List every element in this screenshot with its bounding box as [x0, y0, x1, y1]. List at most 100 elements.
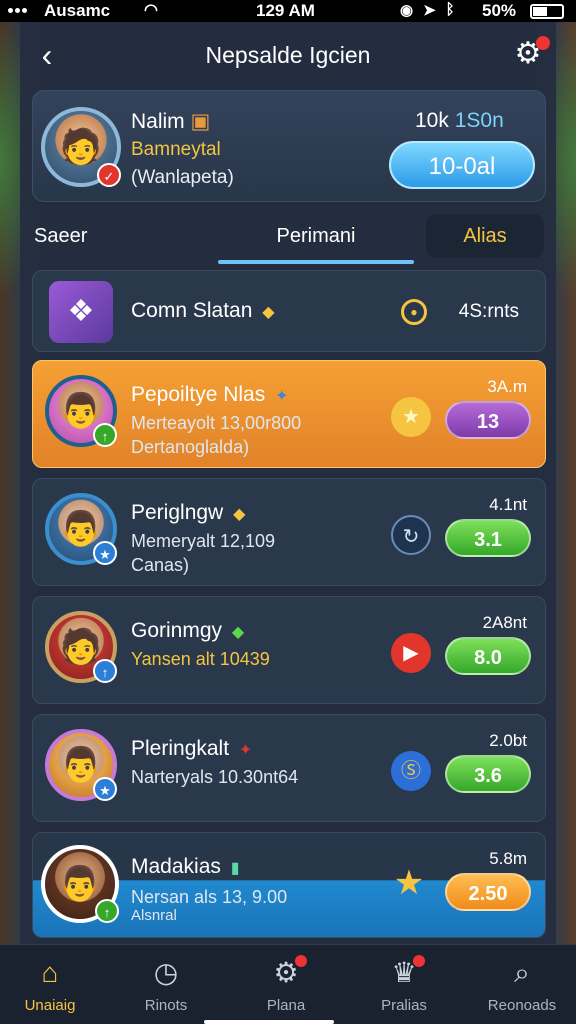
settings-button[interactable]: ⚙: [510, 36, 550, 72]
row-time: 4.1nt: [489, 495, 527, 514]
row-time: 3A.m: [487, 377, 527, 396]
profile-stat-value: 1S0n: [454, 109, 504, 132]
gem-icon: ◆: [231, 624, 245, 641]
row-score-button[interactable]: 3.6: [445, 755, 531, 793]
nav-item-reonoads[interactable]: ⌕ Reonoads: [472, 955, 572, 1014]
nav-label: Plana: [266, 997, 306, 1014]
row-detail: Nersan als 13, 9.00: [131, 887, 288, 907]
row-name-wrap: Gorinmgy ◆: [131, 619, 244, 643]
status-bar: Ausamc ◠ 129 AM ◉ ➤ ᛒ 50%: [0, 0, 576, 22]
tab-alias[interactable]: Alias: [426, 214, 544, 258]
row-time: 5.8m: [489, 849, 527, 868]
tab-perimani[interactable]: Perimani: [218, 214, 414, 258]
battery-percent: 50%: [482, 1, 517, 20]
row-score-button[interactable]: 2.50: [445, 873, 531, 911]
avatar[interactable]: 🧑 ✓: [41, 107, 121, 187]
notification-dot: [412, 955, 425, 967]
gem-icon: ◆: [262, 304, 275, 321]
avatar[interactable]: 👨 ★: [45, 729, 117, 801]
timer-icon: ↻: [391, 515, 431, 555]
avatar[interactable]: 👨 ↑: [41, 845, 119, 923]
list-item[interactable]: 👨 ★ Pleringkalt ✦ Narteryals 10.30nt64 Ⓢ…: [32, 714, 546, 822]
profile-action-button[interactable]: 10-0al: [389, 141, 535, 189]
nav-item-plana[interactable]: ⚙ Plana: [236, 955, 336, 1014]
location-icon: ◉: [400, 2, 414, 19]
row-name: Pepoiltye Nlas: [131, 383, 266, 406]
profile-stat: 10k 1S0n: [415, 109, 504, 133]
notification-dot: [294, 955, 307, 967]
row-detail-secondary: Dertanoglalda): [131, 437, 250, 457]
row-name: Periglngw: [131, 501, 224, 524]
trophy-icon: ♛: [391, 955, 425, 991]
row-name-wrap: Pepoiltye Nlas ✦: [131, 383, 288, 407]
coin-bag-icon: Ⓢ: [391, 751, 431, 791]
rank-badge-icon: ✓: [97, 163, 121, 187]
tab-saeer[interactable]: Saeer: [34, 214, 124, 258]
home-icon: ⌂: [41, 957, 59, 988]
nav-item-pralias[interactable]: ♛ Pralias: [354, 955, 454, 1014]
home-indicator[interactable]: [204, 1020, 334, 1024]
profile-name-wrap: Nalim ▣: [131, 109, 210, 134]
coin-icon: ●: [401, 299, 427, 325]
row-name-wrap: Periglngw ◆: [131, 501, 245, 525]
row-name: Gorinmgy: [131, 619, 223, 642]
avatar[interactable]: 👨 ↑: [45, 375, 117, 447]
list-item[interactable]: 👨 ↑ Pepoiltye Nlas ✦ Merteayolt 13,00r80…: [32, 360, 546, 468]
avatar[interactable]: 🧑 ↑: [45, 611, 117, 683]
nav-item-rinots[interactable]: ◷ Rinots: [116, 955, 216, 1014]
list-item[interactable]: 👨 ↑ Madakias ▮ Nersan als 13, 9.00 Alsnr…: [32, 832, 546, 938]
battery-icon: [530, 4, 564, 19]
profile-card[interactable]: 🧑 ✓ Nalim ▣ Bamneytal (Wanlapeta) 10k 1S…: [32, 90, 546, 202]
rank-badge-icon: ★: [93, 777, 117, 801]
row-detail-secondary: Alsnral: [131, 907, 177, 924]
row-name-wrap: Madakias ▮: [131, 855, 240, 879]
flag-icon: ▶: [391, 633, 431, 673]
bottom-nav: ⌂ Unaiaig ◷ Rinots ⚙ Plana ♛ Pralias ⌕ R…: [0, 944, 576, 1024]
search-icon: ⌕: [514, 957, 530, 988]
row-detail: Yansen alt 10439: [131, 649, 270, 669]
list-item[interactable]: ❖ Comn Slatan ◆ ● 4S:rnts: [32, 270, 546, 352]
nav-label: Rinots: [144, 997, 188, 1014]
nav-item-home[interactable]: ⌂ Unaiaig: [0, 955, 100, 1014]
profile-name: Nalim: [131, 110, 185, 133]
trophy-icon: ★: [393, 864, 425, 902]
player-avatar-icon: 👨: [59, 510, 103, 548]
row-value: 4S:rnts: [458, 301, 519, 322]
chest-avatar-icon: ❖: [49, 281, 113, 343]
player-avatar-icon: 👨: [59, 746, 103, 784]
row-score-button[interactable]: 13: [445, 401, 531, 439]
list-item[interactable]: 👨 ★ Periglngw ◆ Memeryalt 12,109 Canas) …: [32, 478, 546, 586]
nav-label: Unaiaig: [24, 997, 76, 1014]
row-name: Comn Slatan: [131, 299, 253, 322]
rank-badge-icon: ↑: [93, 659, 117, 683]
clock-icon: ◷: [153, 957, 179, 988]
player-avatar-icon: 👨: [58, 865, 102, 903]
rank-badge-icon: ↑: [95, 899, 119, 923]
chest-icon: ▣: [190, 110, 211, 133]
notification-dot: [536, 36, 550, 50]
row-name-wrap: Pleringkalt ✦: [131, 737, 252, 761]
explorer-avatar-icon: 🧑: [59, 628, 103, 666]
main-panel: ‹ Nepsalde Igcien ⚙ 🧑 ✓ Nalim ▣ Bamneyta…: [20, 22, 556, 944]
profile-meta: (Wanlapeta): [131, 167, 234, 188]
bluetooth-icon: ᛒ: [445, 1, 455, 18]
gem-icon: ▮: [230, 860, 240, 877]
gem-icon: ✦: [275, 388, 289, 405]
row-detail: Narteryals 10.30nt64: [131, 767, 299, 787]
row-score-button[interactable]: 3.1: [445, 519, 531, 557]
row-name-wrap: Comn Slatan ◆: [131, 299, 275, 323]
rank-badge-icon: ★: [93, 541, 117, 565]
nav-label: Pralias: [381, 997, 427, 1014]
row-name: Pleringkalt: [131, 737, 230, 760]
tab-bar: Saeer Perimani Alias: [20, 210, 556, 266]
list-item[interactable]: 🧑 ↑ Gorinmgy ◆ Yansen alt 10439 ▶ 2A8nt …: [32, 596, 546, 704]
row-name: Madakias: [131, 855, 221, 878]
status-icons: ◉ ➤ ᛒ: [400, 1, 455, 19]
navigation-icon: ➤: [423, 2, 436, 19]
wifi-icon: ◠: [144, 2, 158, 19]
profile-subtitle: Bamneytal: [131, 139, 221, 160]
avatar[interactable]: 👨 ★: [45, 493, 117, 565]
row-score-button[interactable]: 8.0: [445, 637, 531, 675]
carrier-label: Ausamc: [44, 1, 111, 20]
header: ‹ Nepsalde Igcien ⚙: [20, 22, 556, 88]
